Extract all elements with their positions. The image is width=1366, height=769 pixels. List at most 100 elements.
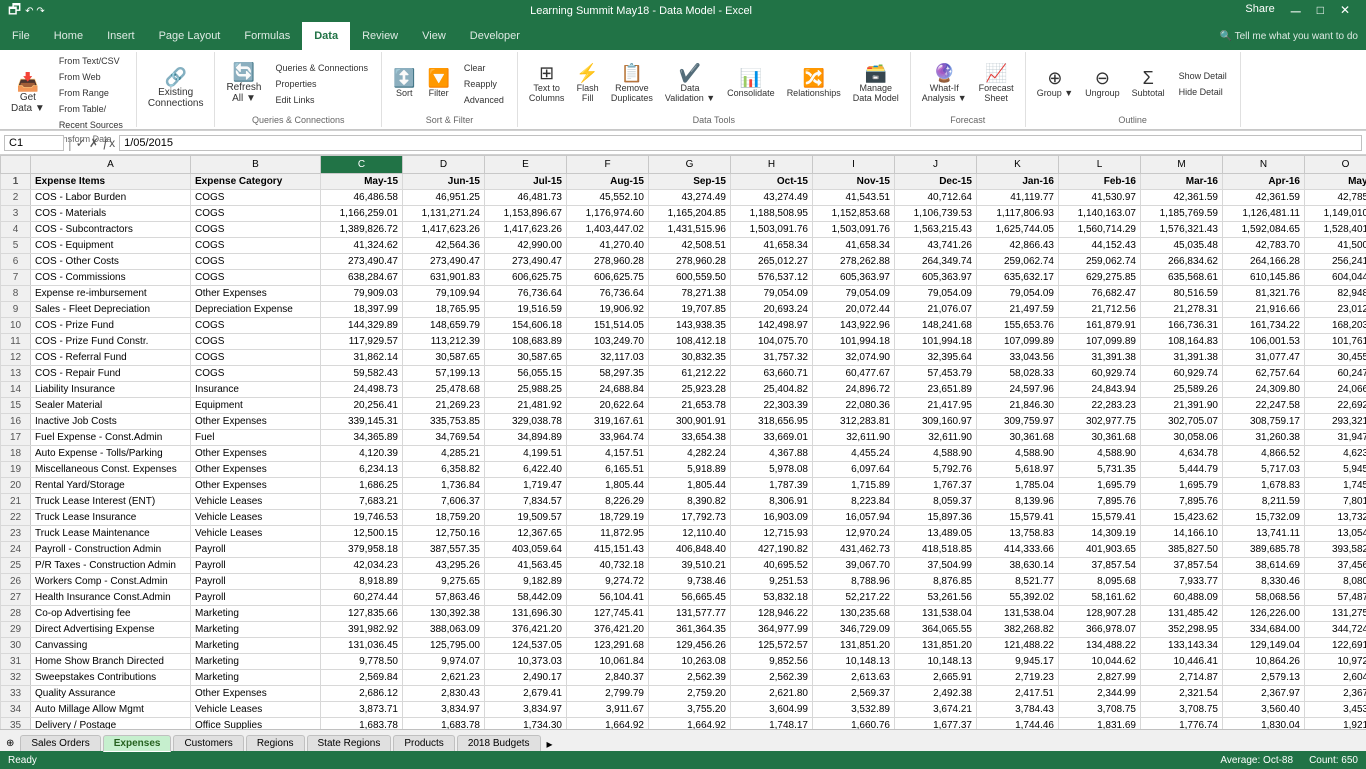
table-cell[interactable]: 130,392.38 [403,606,485,622]
table-cell[interactable]: 8,080.55 [1305,574,1366,590]
table-cell[interactable]: 31,757.32 [731,350,813,366]
col-header-i[interactable]: I [813,156,895,174]
table-cell[interactable]: COGS [191,350,321,366]
table-cell[interactable]: Canvassing [31,638,191,654]
from-range-btn[interactable]: From Range [52,86,130,100]
what-if-btn[interactable]: 🔮What-IfAnalysis ▼ [917,61,972,106]
table-cell[interactable]: Payroll [191,558,321,574]
table-cell[interactable]: 7,834.57 [485,494,567,510]
table-cell[interactable]: 8,390.82 [649,494,731,510]
table-cell[interactable]: 40,695.52 [731,558,813,574]
table-cell[interactable]: 57,487.88 [1305,590,1366,606]
table-cell[interactable]: Payroll [191,542,321,558]
table-cell[interactable]: 20,072.44 [813,302,895,318]
table-cell[interactable]: 1,117,806.93 [977,206,1059,222]
table-cell[interactable]: 8,226.29 [567,494,649,510]
table-cell[interactable]: 15,897.36 [895,510,977,526]
table-cell[interactable]: 58,297.35 [567,366,649,382]
table-cell[interactable]: 13,732.09 [1305,510,1366,526]
tab-insert[interactable]: Insert [95,22,147,50]
table-cell[interactable]: 610,145.86 [1223,270,1305,286]
col-header-h[interactable]: H [731,156,813,174]
table-cell[interactable]: 631,901.83 [403,270,485,286]
table-cell[interactable]: 21,269.23 [403,398,485,414]
table-cell[interactable]: 21,481.92 [485,398,567,414]
table-cell[interactable]: 1,503,091.76 [731,222,813,238]
table-cell[interactable]: 108,683.89 [485,334,567,350]
table-cell[interactable]: Auto Expense - Tolls/Parking [31,446,191,462]
table-cell[interactable]: 30,587.65 [403,350,485,366]
table-cell[interactable]: 133,143.34 [1141,638,1223,654]
table-cell[interactable]: 20,256.41 [321,398,403,414]
consolidate-btn[interactable]: 📊Consolidate [722,66,780,101]
table-cell[interactable]: 154,606.18 [485,318,567,334]
table-cell[interactable]: 309,759.97 [977,414,1059,430]
table-cell[interactable]: 58,161.62 [1059,590,1141,606]
table-cell[interactable]: 635,632.17 [977,270,1059,286]
manage-data-model-btn[interactable]: 🗃️ManageData Model [848,61,904,106]
table-cell[interactable]: 63,660.71 [731,366,813,382]
table-cell[interactable]: 15,732.09 [1223,510,1305,526]
table-cell[interactable]: 2,759.20 [649,686,731,702]
table-cell[interactable]: Inactive Job Costs [31,414,191,430]
table-cell[interactable]: 39,067.70 [813,558,895,574]
advanced-btn[interactable]: Advanced [457,93,511,107]
table-cell[interactable]: 352,298.95 [1141,622,1223,638]
table-cell[interactable]: Truck Lease Interest (ENT) [31,494,191,510]
table-cell[interactable]: 638,284.67 [321,270,403,286]
table-cell[interactable]: Oct-15 [731,174,813,190]
table-cell[interactable]: 1,664.92 [567,718,649,730]
table-cell[interactable]: 9,852.56 [731,654,813,670]
table-cell[interactable]: COS - Other Costs [31,254,191,270]
table-cell[interactable]: 33,964.74 [567,430,649,446]
table-cell[interactable]: 2,827.99 [1059,670,1141,686]
table-cell[interactable]: 58,028.33 [977,366,1059,382]
table-cell[interactable]: 319,167.61 [567,414,649,430]
table-cell[interactable]: 15,579.41 [1059,510,1141,526]
table-cell[interactable]: 41,270.40 [567,238,649,254]
table-cell[interactable]: COS - Repair Fund [31,366,191,382]
table-cell[interactable]: 23,012.49 [1305,302,1366,318]
table-cell[interactable]: 278,960.28 [567,254,649,270]
table-cell[interactable]: 41,324.62 [321,238,403,254]
table-cell[interactable]: 2,492.38 [895,686,977,702]
table-cell[interactable]: 34,365.89 [321,430,403,446]
table-cell[interactable]: 2,840.37 [567,670,649,686]
table-cell[interactable]: 3,560.40 [1223,702,1305,718]
table-cell[interactable]: 1,188,508.95 [731,206,813,222]
table-cell[interactable]: 5,945.71 [1305,462,1366,478]
group-btn[interactable]: ⊕Group ▼ [1032,66,1078,101]
table-cell[interactable]: 37,857.54 [1059,558,1141,574]
from-web-btn[interactable]: From Web [52,70,130,84]
table-cell[interactable]: 2,367.97 [1223,686,1305,702]
table-cell[interactable]: 30,832.35 [649,350,731,366]
table-cell[interactable]: 30,361.68 [1059,430,1141,446]
get-data-btn[interactable]: 📥 GetData ▼ [6,70,50,117]
table-cell[interactable]: Office Supplies [191,718,321,730]
table-cell[interactable]: Liability Insurance [31,382,191,398]
add-sheet-btn[interactable]: ⊕ [4,736,16,751]
table-cell[interactable]: 45,035.48 [1141,238,1223,254]
table-cell[interactable]: 10,972.90 [1305,654,1366,670]
table-cell[interactable]: 131,696.30 [485,606,567,622]
table-cell[interactable]: 18,397.99 [321,302,403,318]
table-cell[interactable]: 406,848.40 [649,542,731,558]
table-cell[interactable]: 12,750.16 [403,526,485,542]
table-cell[interactable]: 80,516.59 [1141,286,1223,302]
table-cell[interactable]: 20,622.64 [567,398,649,414]
table-cell[interactable]: 24,688.84 [567,382,649,398]
table-cell[interactable]: 106,001.53 [1223,334,1305,350]
subtotal-btn[interactable]: ΣSubtotal [1127,66,1170,101]
table-cell[interactable]: 1,715.89 [813,478,895,494]
table-cell[interactable]: 7,895.76 [1059,494,1141,510]
table-cell[interactable]: 2,569.37 [813,686,895,702]
table-cell[interactable]: COGS [191,254,321,270]
table-cell[interactable]: 259,062.74 [1059,254,1141,270]
table-cell[interactable]: 9,778.50 [321,654,403,670]
table-cell[interactable]: 41,543.51 [813,190,895,206]
table-cell[interactable]: 3,708.75 [1141,702,1223,718]
table-cell[interactable]: 427,190.82 [731,542,813,558]
tab-state-regions[interactable]: State Regions [307,735,392,751]
table-cell[interactable]: COS - Commissions [31,270,191,286]
table-cell[interactable]: 25,988.25 [485,382,567,398]
